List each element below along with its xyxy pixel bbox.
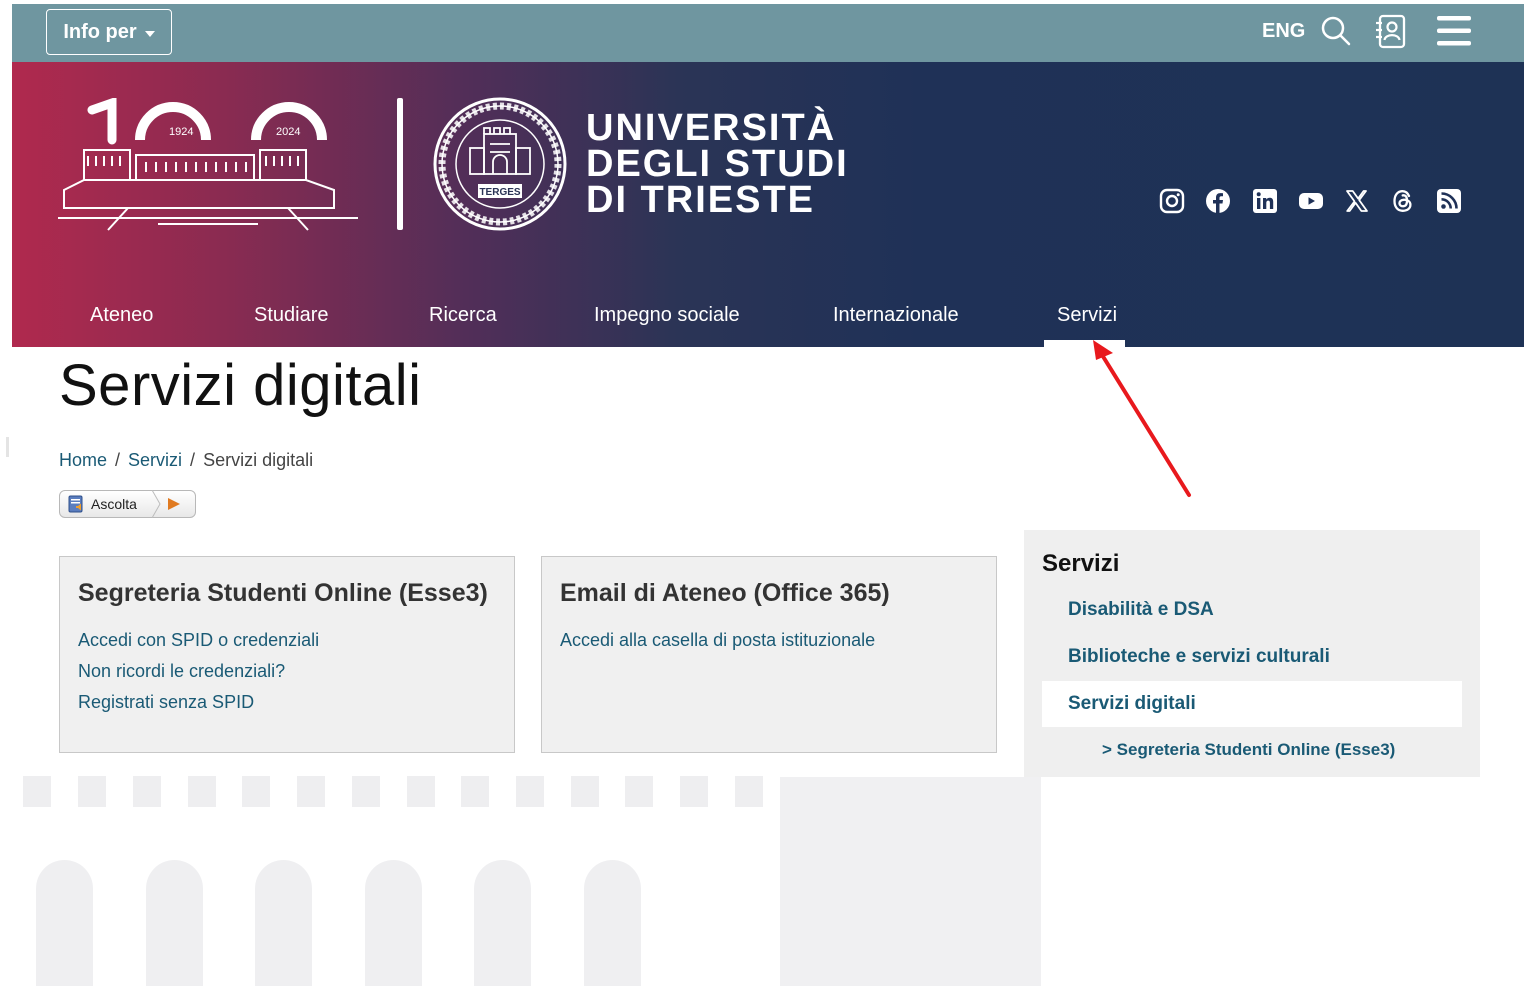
threads-icon[interactable] [1390, 188, 1416, 214]
link-register-no-spid[interactable]: Registrati senza SPID [78, 692, 496, 713]
sidebar-item-disabilita[interactable]: Disabilità e DSA [1068, 599, 1214, 621]
university-name-line-2: DEGLI STUDI [586, 143, 849, 185]
decorative-arch [365, 860, 422, 986]
card-office365: Email di Ateneo (Office 365) Accedi alla… [541, 556, 997, 753]
decorative-arch [146, 860, 203, 986]
svg-text:TERGES: TERGES [479, 187, 520, 198]
nav-item-servizi[interactable]: Servizi [1057, 304, 1117, 327]
decorative-arch [36, 860, 93, 986]
listen-button[interactable]: Ascolta [59, 490, 196, 518]
info-per-label: Info per [63, 20, 137, 43]
page-title: Servizi digitali [59, 353, 422, 418]
sidebar-item-biblioteche[interactable]: Biblioteche e servizi culturali [1068, 646, 1330, 668]
decorative-block [780, 777, 1041, 986]
decorative-arch [255, 860, 312, 986]
university-seal-icon: TERGES [433, 97, 567, 231]
instagram-icon[interactable] [1159, 188, 1185, 214]
sidebar-subitem-esse3[interactable]: > Segreteria Studenti Online (Esse3) [1102, 740, 1395, 760]
logo-year-start: 1924 [169, 126, 193, 138]
caret-down-icon [144, 30, 155, 37]
annotation-arrow-icon [1093, 340, 1191, 497]
language-switch[interactable]: ENG [1262, 20, 1305, 43]
nav-item-ateneo[interactable]: Ateneo [90, 304, 153, 327]
university-name-line-1: UNIVERSITÀ [586, 107, 837, 149]
speaker-icon [68, 495, 83, 513]
youtube-icon[interactable] [1298, 188, 1324, 214]
nav-item-ricerca[interactable]: Ricerca [429, 304, 497, 327]
logo-year-end: 2024 [276, 126, 300, 138]
link-forgot-credentials[interactable]: Non ricordi le credenziali? [78, 661, 496, 682]
centenary-logo[interactable]: 1924 2024 [58, 98, 358, 234]
main-navigation: Ateneo Studiare Ricerca Impegno sociale … [12, 300, 1524, 340]
university-name-line-3: DI TRIESTE [586, 179, 816, 221]
info-per-dropdown[interactable]: Info per [46, 9, 172, 55]
sidebar-item-servizi-digitali[interactable]: Servizi digitali [1068, 693, 1196, 715]
hamburger-menu-icon[interactable] [1436, 14, 1472, 48]
breadcrumb-home[interactable]: Home [59, 450, 107, 470]
breadcrumb: Home / Servizi / Servizi digitali [59, 450, 313, 471]
nav-item-impegno-sociale[interactable]: Impegno sociale [594, 304, 740, 327]
link-accedi-spid[interactable]: Accedi con SPID o credenziali [78, 630, 496, 651]
nav-item-internazionale[interactable]: Internazionale [833, 304, 959, 327]
facebook-icon[interactable] [1205, 188, 1231, 214]
decorative-mark [6, 437, 9, 457]
breadcrumb-servizi[interactable]: Servizi [128, 450, 182, 470]
sidebar-servizi: Servizi Disabilità e DSA Biblioteche e s… [1024, 530, 1480, 777]
card-esse3: Segreteria Studenti Online (Esse3) Acced… [59, 556, 515, 753]
rss-icon[interactable] [1436, 188, 1462, 214]
breadcrumb-separator: / [190, 450, 196, 470]
card-title: Email di Ateneo (Office 365) [560, 579, 890, 607]
sidebar-title: Servizi [1042, 550, 1120, 577]
logo-divider [397, 98, 403, 230]
listen-label: Ascolta [91, 496, 137, 512]
university-name[interactable]: UNIVERSITÀ DEGLI STUDI DI TRIESTE [586, 107, 849, 221]
play-icon[interactable] [152, 490, 197, 518]
linkedin-icon[interactable] [1252, 188, 1278, 214]
utility-bar: Info per ENG [12, 4, 1524, 62]
nav-item-studiare[interactable]: Studiare [254, 304, 329, 327]
header-banner: 1924 2024 TERGES UNIVERSITÀ DEGLI STUDI … [12, 62, 1524, 347]
decorative-arch [474, 860, 531, 986]
breadcrumb-separator: / [115, 450, 121, 470]
search-icon[interactable] [1320, 14, 1352, 48]
decorative-arch [584, 860, 641, 986]
link-mailbox[interactable]: Accedi alla casella di posta istituziona… [560, 630, 978, 651]
address-book-icon[interactable] [1373, 13, 1409, 51]
x-icon[interactable] [1344, 188, 1370, 214]
card-title: Segreteria Studenti Online (Esse3) [78, 579, 488, 607]
breadcrumb-current: Servizi digitali [203, 450, 314, 470]
